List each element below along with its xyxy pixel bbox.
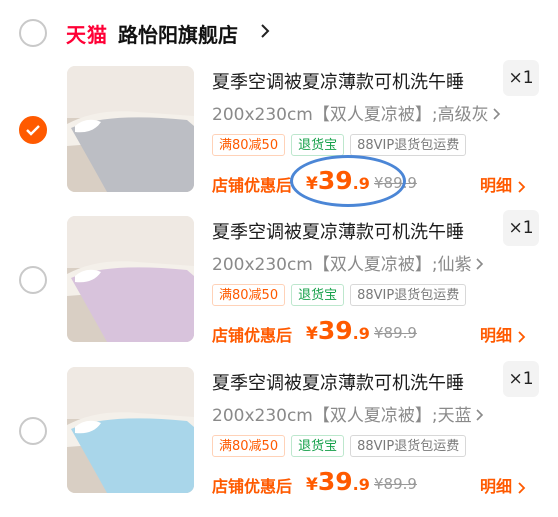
shop-select-radio[interactable] bbox=[19, 19, 47, 47]
deal-price: ¥39.9 bbox=[306, 166, 370, 195]
quantity-button[interactable]: ×1 bbox=[503, 361, 539, 397]
product-title[interactable]: 夏季空调被夏凉薄款可机洗午睡 bbox=[212, 369, 464, 395]
chevron-right-icon bbox=[518, 330, 526, 343]
vip-tag: 88VIP退货包运费 bbox=[350, 284, 467, 306]
deal-price: ¥39.9 bbox=[306, 467, 370, 496]
promo-tag: 满80减50 bbox=[212, 284, 286, 306]
return-tag: 退货宝 bbox=[291, 284, 345, 306]
deal-label: 店铺优惠后 bbox=[212, 477, 293, 496]
product-spec: 200x230cm【双人夏凉被】;仙紫 bbox=[212, 255, 472, 275]
shop-header: 天猫 路怡阳旗舰店 bbox=[0, 0, 558, 66]
product-spec: 200x230cm【双人夏凉被】;高级灰 bbox=[212, 105, 489, 125]
product-spec-selector[interactable]: 200x230cm【双人夏凉被】;天蓝 bbox=[212, 401, 484, 426]
check-icon bbox=[26, 125, 40, 136]
product-spec-selector[interactable]: 200x230cm【双人夏凉被】;高级灰 bbox=[212, 100, 501, 125]
price-detail-link[interactable]: 明细 bbox=[480, 172, 526, 196]
quantity-button[interactable]: ×1 bbox=[503, 210, 539, 246]
original-price: ¥89.9 bbox=[374, 174, 417, 192]
price-detail-link[interactable]: 明细 bbox=[480, 322, 526, 346]
product-title[interactable]: 夏季空调被夏凉薄款可机洗午睡 bbox=[212, 68, 464, 94]
item-select-radio[interactable] bbox=[19, 417, 47, 445]
promo-tag: 满80减50 bbox=[212, 134, 286, 156]
deal-label: 店铺优惠后 bbox=[212, 176, 293, 195]
deal-price: ¥39.9 bbox=[306, 316, 370, 345]
price-detail-link[interactable]: 明细 bbox=[480, 473, 526, 497]
product-title[interactable]: 夏季空调被夏凉薄款可机洗午睡 bbox=[212, 218, 464, 244]
chevron-right-icon bbox=[476, 409, 483, 421]
price-row: 店铺优惠后 ¥39.9 ¥89.9 明细 bbox=[212, 316, 552, 350]
product-thumbnail[interactable] bbox=[67, 66, 194, 192]
promo-tags: 满80减50 退货宝 88VIP退货包运费 bbox=[212, 284, 467, 308]
return-tag: 退货宝 bbox=[291, 134, 345, 156]
product-spec-selector[interactable]: 200x230cm【双人夏凉被】;仙紫 bbox=[212, 250, 484, 275]
item-select-radio[interactable] bbox=[19, 266, 47, 294]
promo-tags: 满80减50 退货宝 88VIP退货包运费 bbox=[212, 134, 467, 158]
shop-name[interactable]: 路怡阳旗舰店 bbox=[118, 19, 238, 48]
original-price: ¥89.9 bbox=[374, 324, 417, 342]
chevron-right-icon bbox=[476, 258, 483, 270]
vip-tag: 88VIP退货包运费 bbox=[350, 435, 467, 457]
quantity-button[interactable]: ×1 bbox=[503, 60, 539, 96]
chevron-right-icon bbox=[518, 481, 526, 494]
deal-label: 店铺优惠后 bbox=[212, 326, 293, 345]
vip-tag: 88VIP退货包运费 bbox=[350, 134, 467, 156]
item-select-radio[interactable] bbox=[19, 116, 47, 144]
chevron-right-icon[interactable] bbox=[260, 23, 270, 39]
product-thumbnail[interactable] bbox=[67, 367, 194, 493]
promo-tag: 满80减50 bbox=[212, 435, 286, 457]
chevron-right-icon bbox=[493, 108, 500, 120]
return-tag: 退货宝 bbox=[291, 435, 345, 457]
price-row: 店铺优惠后 ¥39.9 ¥89.9 明细 bbox=[212, 166, 552, 200]
original-price: ¥89.9 bbox=[374, 475, 417, 493]
chevron-right-icon bbox=[518, 180, 526, 193]
product-spec: 200x230cm【双人夏凉被】;天蓝 bbox=[212, 406, 472, 426]
cart-item: 夏季空调被夏凉薄款可机洗午睡 ×1 200x230cm【双人夏凉被】;仙紫 满8… bbox=[0, 210, 558, 366]
promo-tags: 满80减50 退货宝 88VIP退货包运费 bbox=[212, 435, 467, 459]
price-row: 店铺优惠后 ¥39.9 ¥89.9 明细 bbox=[212, 467, 552, 501]
tmall-logo: 天猫 bbox=[66, 23, 108, 47]
cart-item: 夏季空调被夏凉薄款可机洗午睡 ×1 200x230cm【双人夏凉被】;天蓝 满8… bbox=[0, 361, 558, 517]
product-thumbnail[interactable] bbox=[67, 216, 194, 342]
cart-item: 夏季空调被夏凉薄款可机洗午睡 ×1 200x230cm【双人夏凉被】;高级灰 满… bbox=[0, 60, 558, 216]
